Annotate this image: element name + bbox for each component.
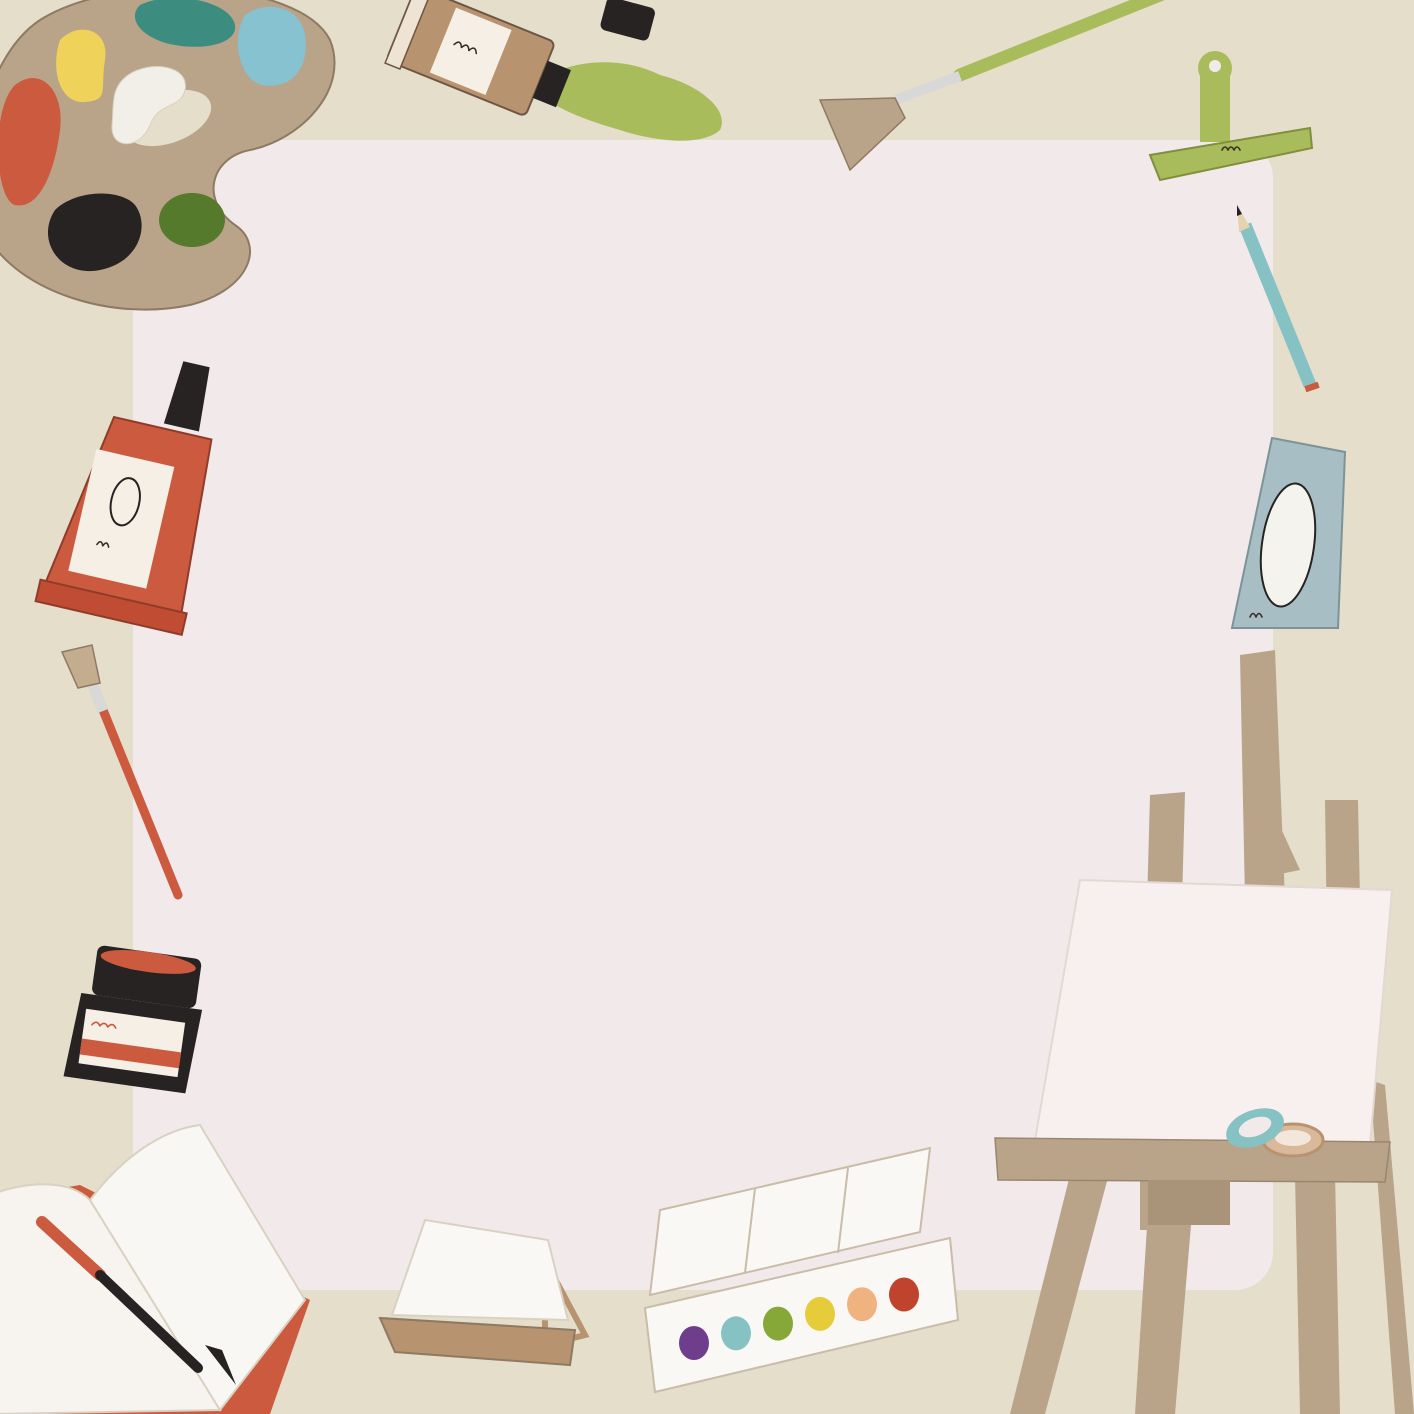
art-supplies-frame — [0, 0, 1414, 1414]
tape-roll-icon — [1226, 1108, 1325, 1158]
